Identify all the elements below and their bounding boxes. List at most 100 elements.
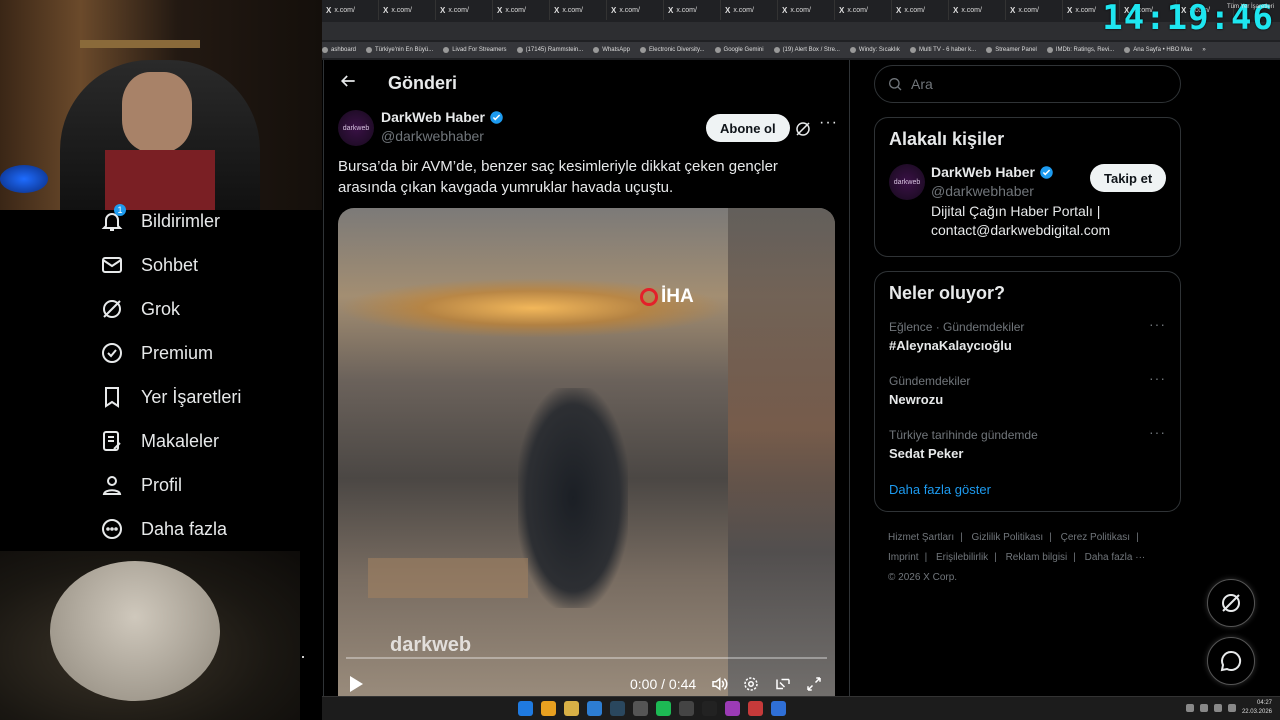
nav-profile[interactable]: Profil — [100, 463, 320, 507]
search-input[interactable] — [911, 76, 1151, 92]
avatar[interactable]: darkweb — [338, 110, 374, 146]
bookmark-label: Electronic Diversity... — [648, 47, 705, 53]
trend-topic: Newrozu — [889, 392, 944, 407]
footer-link[interactable]: Çerez Politikası — [1061, 532, 1130, 543]
footer-link[interactable]: Imprint — [888, 552, 919, 563]
browser-tab[interactable]: Xx.com/ — [436, 0, 493, 20]
bookmark-item[interactable]: (19) Alert Box / Stre... — [773, 47, 840, 53]
tray-date: 22.03.2026 — [1241, 709, 1272, 715]
chat-bubble-icon — [1220, 650, 1242, 672]
favicon-icon — [986, 47, 993, 53]
footer-link[interactable]: Hizmet Şartları — [888, 532, 954, 543]
tab-label: x.com/ — [448, 6, 469, 14]
bookmark-item[interactable]: (17145) Rammstein... — [516, 47, 583, 53]
bookmark-label: WhatsApp — [602, 47, 630, 53]
bookmark-item[interactable]: Livad For Streamers — [443, 47, 507, 53]
chrome-icon[interactable] — [541, 701, 556, 716]
all-bookmarks[interactable]: Tüm Yer İşaretleri — [1227, 4, 1274, 10]
bookmark-item[interactable]: ashboard — [322, 47, 356, 53]
nav-more[interactable]: Daha fazla — [100, 507, 320, 551]
bookmark-item[interactable]: Electronic Diversity... — [639, 47, 705, 53]
bookmark-item[interactable]: IMDb: Ratings, Revi... — [1046, 47, 1114, 53]
picture-in-picture-icon[interactable] — [774, 675, 792, 693]
footer-link[interactable]: Erişilebilirlik — [936, 552, 988, 563]
browser-tab[interactable]: Xx.com/ — [379, 0, 436, 20]
x-logo-icon: X — [383, 5, 389, 15]
trend-item[interactable]: Gündemdekiler Newrozu ··· — [875, 364, 1180, 418]
grok-floating-button[interactable] — [1207, 579, 1255, 627]
app-icon[interactable] — [748, 701, 763, 716]
system-clock[interactable]: 04:27 22.03.2026 — [1242, 699, 1272, 717]
trend-more-icon[interactable]: ··· — [1149, 316, 1166, 332]
related-person[interactable]: darkweb DarkWeb Haber @darkwebhaber Diji… — [875, 150, 1180, 256]
browser-tab[interactable]: Xx.com/ — [607, 0, 664, 20]
avatar[interactable]: darkweb — [889, 164, 925, 200]
video-frame-table — [368, 558, 528, 598]
envelope-icon — [100, 253, 124, 277]
nav-bookmarks[interactable]: Yer İşaretleri — [100, 375, 320, 419]
trend-more-icon[interactable]: ··· — [1149, 370, 1166, 386]
show-more-link[interactable]: Daha fazla göster — [875, 472, 1180, 511]
browser-tab[interactable]: Xx.com/ — [892, 0, 949, 20]
steam-icon[interactable] — [610, 701, 625, 716]
trend-item[interactable]: Eğlence · Gündemdekiler #AleynaKalaycıoğ… — [875, 310, 1180, 364]
subscribe-button[interactable]: Abone ol — [706, 114, 790, 142]
app-icon[interactable] — [587, 701, 602, 716]
browser-tab[interactable]: Xx.com/ — [493, 0, 550, 20]
footer-link[interactable]: Gizlilik Politikası — [972, 532, 1044, 543]
nav-premium[interactable]: Premium — [100, 331, 320, 375]
nav-chat[interactable]: Sohbet — [100, 243, 320, 287]
iha-logo-text: İHA — [661, 286, 694, 307]
video-progress-bar[interactable] — [346, 657, 827, 659]
obs-icon[interactable] — [633, 701, 648, 716]
terminal-icon[interactable] — [702, 701, 717, 716]
nav-articles[interactable]: Makaleler — [100, 419, 320, 463]
back-arrow-icon[interactable] — [338, 71, 362, 95]
footer-link[interactable]: Daha fazla ··· — [1085, 552, 1146, 563]
browser-tab[interactable]: Xx.com/ — [550, 0, 607, 20]
spotify-icon[interactable] — [656, 701, 671, 716]
app-icon[interactable] — [725, 701, 740, 716]
bookmarks-overflow[interactable]: » — [1202, 47, 1205, 53]
browser-tab[interactable]: Xx.com/ — [1006, 0, 1063, 20]
author-name-row[interactable]: DarkWeb Haber — [381, 109, 504, 125]
fullscreen-icon[interactable] — [805, 675, 823, 693]
bookmark-item[interactable]: Ana Sayfa • HBO Max — [1124, 47, 1192, 53]
favicon-icon — [516, 47, 523, 53]
settings-gear-icon[interactable] — [742, 675, 760, 693]
bookmark-item[interactable]: Windy: Sıcaklık — [849, 47, 900, 53]
start-icon[interactable] — [518, 701, 533, 716]
tab-label: x.com/ — [619, 6, 640, 14]
app-icon[interactable] — [679, 701, 694, 716]
bookmark-item[interactable]: Multi TV - 6 haber k... — [909, 47, 976, 53]
related-name-row[interactable]: DarkWeb Haber — [931, 164, 1054, 180]
browser-tab[interactable]: Xx.com/ — [721, 0, 778, 20]
video-player[interactable]: İHA darkweb 0:00 / 0:44 — [338, 208, 835, 700]
app-icon[interactable] — [771, 701, 786, 716]
trend-more-icon[interactable]: ··· — [1149, 424, 1166, 440]
browser-tab[interactable]: Xx.com/ — [949, 0, 1006, 20]
play-icon[interactable] — [350, 676, 363, 692]
grok-icon[interactable] — [794, 120, 812, 138]
bookmark-item[interactable]: WhatsApp — [593, 47, 630, 53]
folder-icon[interactable] — [564, 701, 579, 716]
messages-floating-button[interactable] — [1207, 637, 1255, 685]
author-handle[interactable]: @darkwebhaber — [381, 128, 484, 144]
volume-icon[interactable] — [710, 675, 728, 693]
follow-button[interactable]: Takip et — [1090, 164, 1167, 192]
bookmark-label: (19) Alert Box / Stre... — [782, 47, 840, 53]
bookmark-item[interactable]: Streamer Panel — [986, 47, 1037, 53]
tab-label: x.com/ — [391, 6, 412, 14]
browser-tab[interactable]: Xx.com/ — [322, 0, 379, 20]
nav-grok[interactable]: Grok — [100, 287, 320, 331]
browser-tab[interactable]: Xx.com/ — [778, 0, 835, 20]
browser-tab[interactable]: Xx.com/ — [664, 0, 721, 20]
browser-tab[interactable]: Xx.com/ — [835, 0, 892, 20]
trend-item[interactable]: Türkiye tarihinde gündemde Sedat Peker ·… — [875, 418, 1180, 472]
search-bar[interactable] — [874, 65, 1181, 103]
footer-link[interactable]: Reklam bilgisi — [1006, 552, 1068, 563]
nav-notifications[interactable]: 1 Bildirimler — [100, 199, 320, 243]
more-options-icon[interactable]: ··· — [819, 114, 838, 132]
bookmark-item[interactable]: Google Gemini — [714, 47, 764, 53]
bookmark-item[interactable]: Türkiye'nin En Büyü... — [366, 47, 433, 53]
